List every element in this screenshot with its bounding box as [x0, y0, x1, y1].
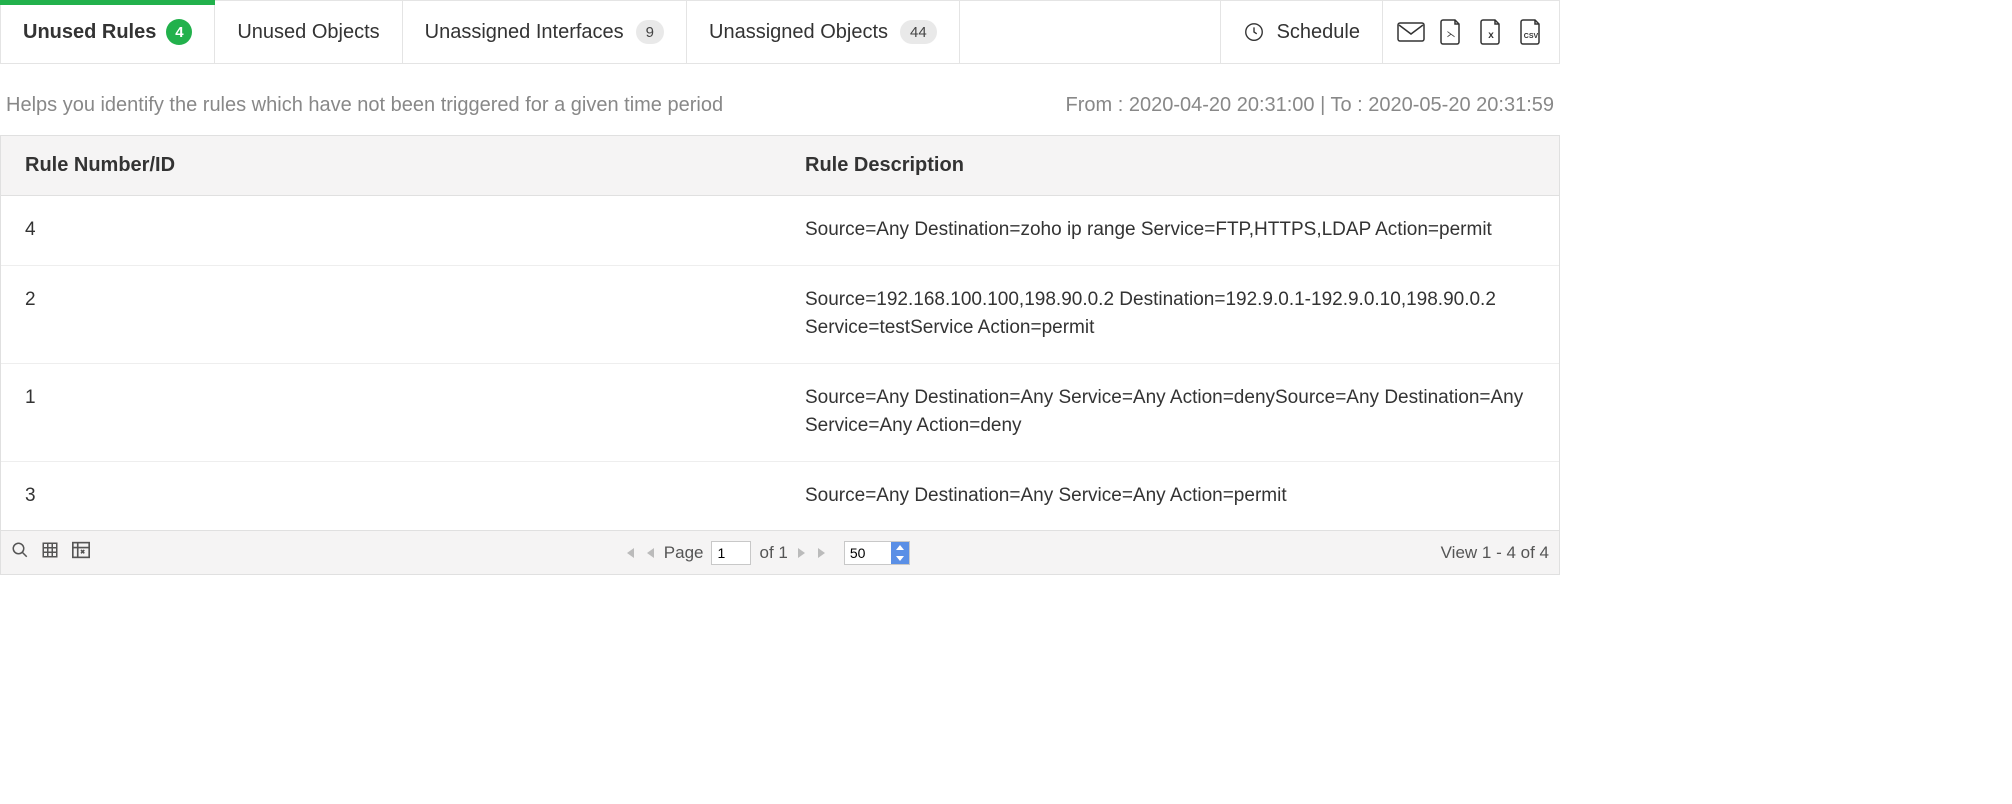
rules-grid: Rule Number/ID Rule Description 4 Source…	[0, 135, 1560, 575]
cell-rule-id: 1	[1, 364, 781, 461]
cell-rule-desc: Source=192.168.100.100,198.90.0.2 Destin…	[781, 266, 1559, 363]
tab-label: Unused Rules	[23, 21, 156, 44]
cell-rule-id: 2	[1, 266, 781, 363]
export-icons: ⋋ x CSV	[1383, 1, 1559, 63]
tabs-bar: Unused Rules 4 Unused Objects Unassigned…	[0, 0, 1560, 64]
schedule-button[interactable]: Schedule	[1221, 1, 1383, 63]
tab-count-badge: 4	[166, 19, 192, 45]
view-count: View 1 - 4 of 4	[1441, 543, 1549, 563]
tab-unassigned-interfaces[interactable]: Unassigned Interfaces 9	[403, 1, 687, 63]
tab-label: Unassigned Interfaces	[425, 21, 624, 44]
page-size-stepper[interactable]	[844, 541, 910, 565]
page-of-label: of 1	[759, 543, 787, 563]
mail-icon[interactable]	[1397, 18, 1425, 46]
page-input[interactable]	[711, 541, 751, 565]
stepper-buttons[interactable]	[891, 542, 909, 564]
tab-label: Unused Objects	[237, 21, 379, 44]
page-size-input[interactable]	[845, 542, 891, 564]
columns-icon[interactable]	[41, 541, 59, 564]
export-pdf-icon[interactable]: ⋋	[1437, 18, 1465, 46]
svg-text:⋋: ⋋	[1447, 29, 1456, 39]
table-row[interactable]: 3 Source=Any Destination=Any Service=Any…	[1, 462, 1559, 531]
last-page-icon[interactable]	[816, 546, 830, 560]
tab-count-badge: 44	[900, 20, 937, 44]
table-row[interactable]: 1 Source=Any Destination=Any Service=Any…	[1, 364, 1559, 462]
clock-icon	[1243, 21, 1265, 43]
tab-label: Unassigned Objects	[709, 21, 888, 44]
stepper-up-icon[interactable]	[891, 542, 909, 553]
table-row[interactable]: 2 Source=192.168.100.100,198.90.0.2 Dest…	[1, 266, 1559, 364]
next-page-icon[interactable]	[796, 546, 808, 560]
col-header-rule-id[interactable]: Rule Number/ID	[1, 136, 781, 195]
tab-unused-rules[interactable]: Unused Rules 4	[1, 1, 215, 63]
stepper-down-icon[interactable]	[891, 553, 909, 564]
grid-body: 4 Source=Any Destination=zoho ip range S…	[1, 196, 1559, 530]
export-xls-icon[interactable]: x	[1477, 18, 1505, 46]
schedule-label: Schedule	[1277, 21, 1360, 44]
pager: Page of 1 View 1 - 4 of 4	[1, 530, 1559, 574]
cell-rule-id: 3	[1, 462, 781, 531]
help-text: Helps you identify the rules which have …	[6, 92, 723, 119]
tab-unassigned-objects[interactable]: Unassigned Objects 44	[687, 1, 960, 63]
cell-rule-id: 4	[1, 196, 781, 265]
page-label: Page	[664, 543, 704, 563]
prev-page-icon[interactable]	[644, 546, 656, 560]
info-row: Helps you identify the rules which have …	[0, 64, 1560, 135]
grid-header: Rule Number/ID Rule Description	[1, 136, 1559, 196]
export-table-icon[interactable]	[71, 541, 91, 564]
cell-rule-desc: Source=Any Destination=zoho ip range Ser…	[781, 196, 1559, 265]
svg-text:x: x	[1488, 30, 1494, 41]
first-page-icon[interactable]	[622, 546, 636, 560]
table-row[interactable]: 4 Source=Any Destination=zoho ip range S…	[1, 196, 1559, 266]
cell-rule-desc: Source=Any Destination=Any Service=Any A…	[781, 462, 1559, 531]
col-header-rule-desc[interactable]: Rule Description	[781, 136, 1559, 195]
tabs-spacer	[960, 1, 1221, 63]
date-range: From : 2020-04-20 20:31:00 | To : 2020-0…	[1066, 94, 1555, 117]
tab-count-badge: 9	[636, 20, 664, 44]
cell-rule-desc: Source=Any Destination=Any Service=Any A…	[781, 364, 1559, 461]
tab-unused-objects[interactable]: Unused Objects	[215, 1, 402, 63]
svg-text:CSV: CSV	[1524, 33, 1539, 40]
export-csv-icon[interactable]: CSV	[1517, 18, 1545, 46]
search-icon[interactable]	[11, 541, 29, 564]
